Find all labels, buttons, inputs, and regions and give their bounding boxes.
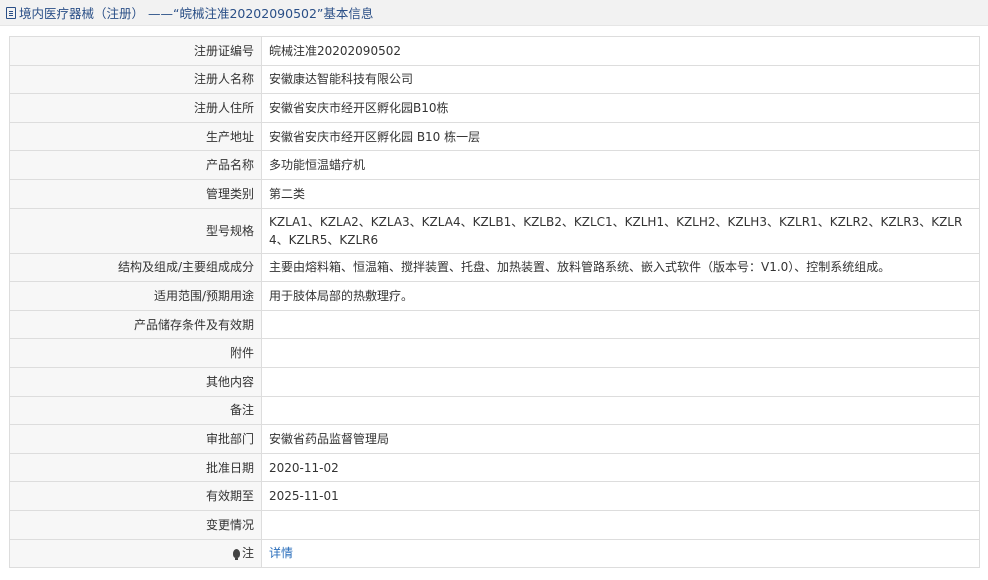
table-row: 其他内容 bbox=[9, 366, 980, 397]
row-value: 2020-11-02 bbox=[261, 452, 980, 483]
row-label: 型号规格 bbox=[9, 207, 262, 254]
row-value: 安徽省药品监督管理局 bbox=[261, 424, 980, 454]
row-value: 皖械注准20202090502 bbox=[261, 36, 980, 66]
row-value bbox=[261, 395, 980, 426]
document-icon bbox=[6, 6, 16, 19]
row-value: 安徽省安庆市经开区孵化园 B10 栋一层 bbox=[261, 121, 980, 152]
table-row: 适用范围/预期用途 用于肢体局部的热敷理疗。 bbox=[9, 281, 980, 311]
row-label: 产品储存条件及有效期 bbox=[9, 309, 262, 340]
note-value-cell: 详情 bbox=[261, 538, 980, 569]
row-value: 安徽康达智能科技有限公司 bbox=[261, 64, 980, 95]
row-label: 附件 bbox=[9, 338, 262, 368]
row-value bbox=[261, 338, 980, 368]
row-value bbox=[261, 366, 980, 397]
note-label: 注 bbox=[241, 546, 254, 561]
page-title: 境内医疗器械（注册） ——“皖械注准20202090502”基本信息 bbox=[19, 6, 374, 21]
table-row: 审批部门 安徽省药品监督管理局 bbox=[9, 424, 980, 454]
table-row: 注册人住所 安徽省安庆市经开区孵化园B10栋 bbox=[9, 93, 980, 123]
row-label: 结构及组成/主要组成成分 bbox=[9, 252, 262, 283]
table-row: 变更情况 bbox=[9, 509, 980, 540]
row-label: 适用范围/预期用途 bbox=[9, 281, 262, 311]
row-label: 注册证编号 bbox=[9, 36, 262, 66]
table-row: 附件 bbox=[9, 338, 980, 368]
table-row: 备注 bbox=[9, 395, 980, 426]
row-label: 批准日期 bbox=[9, 452, 262, 483]
row-value: 主要由熔料箱、恒温箱、搅拌装置、托盘、加热装置、放料管路系统、嵌入式软件（版本号… bbox=[261, 252, 980, 283]
note-label-cell: 注 bbox=[9, 538, 262, 569]
row-label: 其他内容 bbox=[9, 366, 262, 397]
table-row: 注 详情 bbox=[9, 538, 980, 569]
detail-link[interactable]: 详情 bbox=[269, 546, 293, 560]
row-label: 产品名称 bbox=[9, 150, 262, 180]
table-row: 注册人名称 安徽康达智能科技有限公司 bbox=[9, 64, 980, 95]
row-value: 第二类 bbox=[261, 178, 980, 209]
table-row: 批准日期 2020-11-02 bbox=[9, 452, 980, 483]
table-row: 型号规格 KZLA1、KZLA2、KZLA3、KZLA4、KZLB1、KZLB2… bbox=[9, 207, 980, 254]
table-row: 结构及组成/主要组成成分 主要由熔料箱、恒温箱、搅拌装置、托盘、加热装置、放料管… bbox=[9, 252, 980, 283]
row-label: 变更情况 bbox=[9, 509, 262, 540]
row-value bbox=[261, 309, 980, 340]
row-value: 安徽省安庆市经开区孵化园B10栋 bbox=[261, 93, 980, 123]
info-table-wrapper: 注册证编号 皖械注准20202090502 注册人名称 安徽康达智能科技有限公司… bbox=[9, 36, 980, 569]
table-row: 注册证编号 皖械注准20202090502 bbox=[9, 36, 980, 66]
row-value: 多功能恒温蜡疗机 bbox=[261, 150, 980, 180]
row-value: 2025-11-01 bbox=[261, 481, 980, 511]
row-value bbox=[261, 509, 980, 540]
row-label: 生产地址 bbox=[9, 121, 262, 152]
row-value: KZLA1、KZLA2、KZLA3、KZLA4、KZLB1、KZLB2、KZLC… bbox=[261, 207, 980, 254]
bulb-icon bbox=[232, 549, 240, 561]
row-label: 审批部门 bbox=[9, 424, 262, 454]
table-row: 产品名称 多功能恒温蜡疗机 bbox=[9, 150, 980, 180]
row-label: 管理类别 bbox=[9, 178, 262, 209]
info-table: 注册证编号 皖械注准20202090502 注册人名称 安徽康达智能科技有限公司… bbox=[9, 36, 980, 569]
row-label: 备注 bbox=[9, 395, 262, 426]
table-row: 有效期至 2025-11-01 bbox=[9, 481, 980, 511]
row-label: 有效期至 bbox=[9, 481, 262, 511]
row-label: 注册人名称 bbox=[9, 64, 262, 95]
table-row: 管理类别 第二类 bbox=[9, 178, 980, 209]
row-label: 注册人住所 bbox=[9, 93, 262, 123]
table-row: 产品储存条件及有效期 bbox=[9, 309, 980, 340]
page-header: 境内医疗器械（注册） ——“皖械注准20202090502”基本信息 bbox=[0, 0, 988, 26]
row-value: 用于肢体局部的热敷理疗。 bbox=[261, 281, 980, 311]
table-row: 生产地址 安徽省安庆市经开区孵化园 B10 栋一层 bbox=[9, 121, 980, 152]
